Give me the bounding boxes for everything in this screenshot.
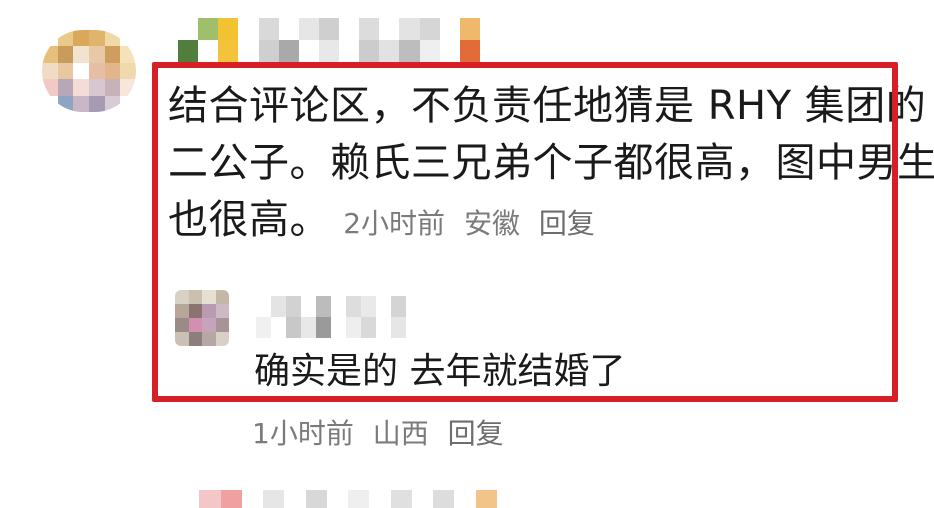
reply-time: 1小时前 (252, 417, 354, 450)
comment-line: 二公子。赖氏三兄弟个子都很高，图中男生 (168, 140, 934, 186)
comment-meta: 2小时前 安徽 回复 (343, 207, 605, 240)
comment-thread: 结合评论区，不负责任地猜是 RHY 集团的 二公子。赖氏三兄弟个子都很高，图中男… (0, 0, 934, 508)
reply-reply-button[interactable]: 回复 (448, 417, 504, 450)
next-comment-username (178, 490, 518, 508)
comment-time: 2小时前 (343, 207, 446, 240)
comment-line-with-meta: 也很高。 2小时前 安徽 回复 (168, 192, 888, 252)
reply-location: 山西 (372, 417, 429, 450)
comment-location: 安徽 (463, 207, 520, 240)
comment-reply-button[interactable]: 回复 (539, 207, 595, 240)
reply-avatar[interactable] (175, 290, 229, 346)
commenter-username[interactable] (178, 18, 500, 62)
comment-line: 也很高。 (168, 197, 330, 243)
reply-body: 确实是的 去年就结婚了 (254, 351, 626, 392)
reply-username[interactable] (256, 296, 406, 338)
comment-line: 结合评论区，不负责任地猜是 RHY 集团的 (168, 83, 927, 129)
commenter-avatar[interactable] (42, 30, 136, 112)
comment-body: 结合评论区，不负责任地猜是 RHY 集团的 二公子。赖氏三兄弟个子都很高，图中男… (168, 78, 934, 252)
reply-meta: 1小时前 山西 回复 (252, 412, 514, 452)
